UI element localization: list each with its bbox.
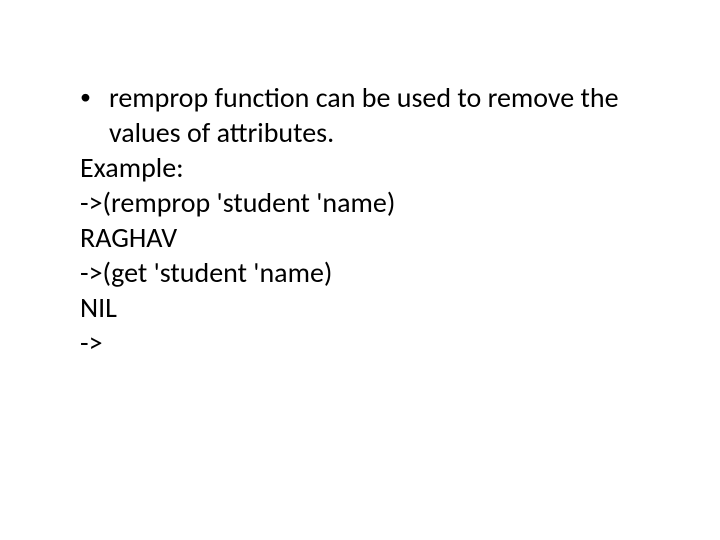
bullet-marker-icon: • bbox=[60, 80, 109, 114]
slide: • remprop function can be used to remove… bbox=[0, 0, 720, 540]
line-example: Example: bbox=[60, 150, 660, 185]
slide-body: • remprop function can be used to remove… bbox=[60, 80, 660, 360]
line-prompt: -> bbox=[60, 325, 660, 360]
bullet-item: • remprop function can be used to remove… bbox=[60, 80, 660, 150]
line-output-raghav: RAGHAV bbox=[60, 220, 660, 255]
line-code-remprop: ->(remprop 'student 'name) bbox=[60, 185, 660, 220]
line-output-nil: NIL bbox=[60, 290, 660, 325]
line-code-get: ->(get 'student 'name) bbox=[60, 255, 660, 290]
bullet-text: remprop function can be used to remove t… bbox=[109, 80, 660, 150]
